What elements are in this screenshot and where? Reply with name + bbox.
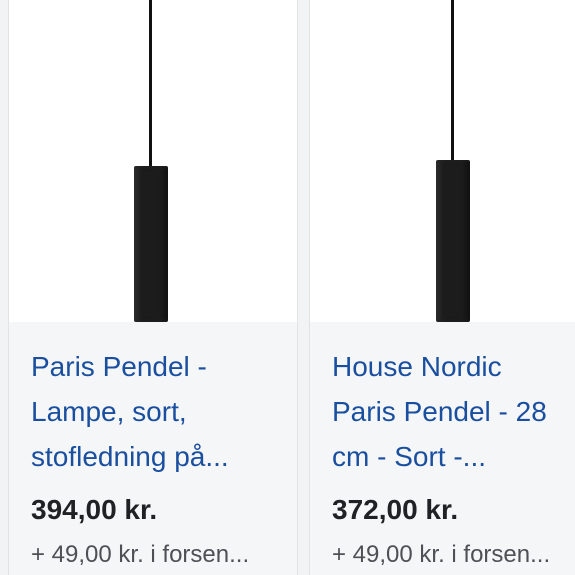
lamp-shade <box>436 160 470 322</box>
product-title-line: stofledning på... <box>31 441 229 472</box>
product-card[interactable]: House Nordic Paris Pendel - 28 cm - Sort… <box>309 0 575 575</box>
product-title-link[interactable]: House Nordic Paris Pendel - 28 cm - Sort… <box>332 344 562 479</box>
product-title-link[interactable]: Paris Pendel - Lampe, sort, stofledning … <box>31 344 279 479</box>
lamp-cord <box>451 0 454 165</box>
shipping-cost: + 49,00 kr. i forsen... <box>31 541 250 568</box>
lamp-shade <box>134 166 168 322</box>
product-info: Paris Pendel - Lampe, sort, stofledning … <box>9 322 297 575</box>
product-title-line: Lampe, sort, <box>31 396 187 427</box>
product-title-line: Paris Pendel - <box>31 351 207 382</box>
product-title-line: House Nordic <box>332 351 502 382</box>
product-title-line: Paris Pendel - 28 <box>332 396 547 427</box>
product-info: House Nordic Paris Pendel - 28 cm - Sort… <box>310 322 575 575</box>
shipping-cost: + 49,00 kr. i forsen... <box>332 541 551 568</box>
lamp-cord <box>149 0 152 170</box>
product-card[interactable]: Paris Pendel - Lampe, sort, stofledning … <box>8 0 298 575</box>
product-image[interactable] <box>310 0 575 322</box>
product-price: 372,00 kr. <box>332 494 459 525</box>
product-image[interactable] <box>9 0 297 322</box>
product-title-line: cm - Sort -... <box>332 441 486 472</box>
product-price: 394,00 kr. <box>31 494 158 525</box>
